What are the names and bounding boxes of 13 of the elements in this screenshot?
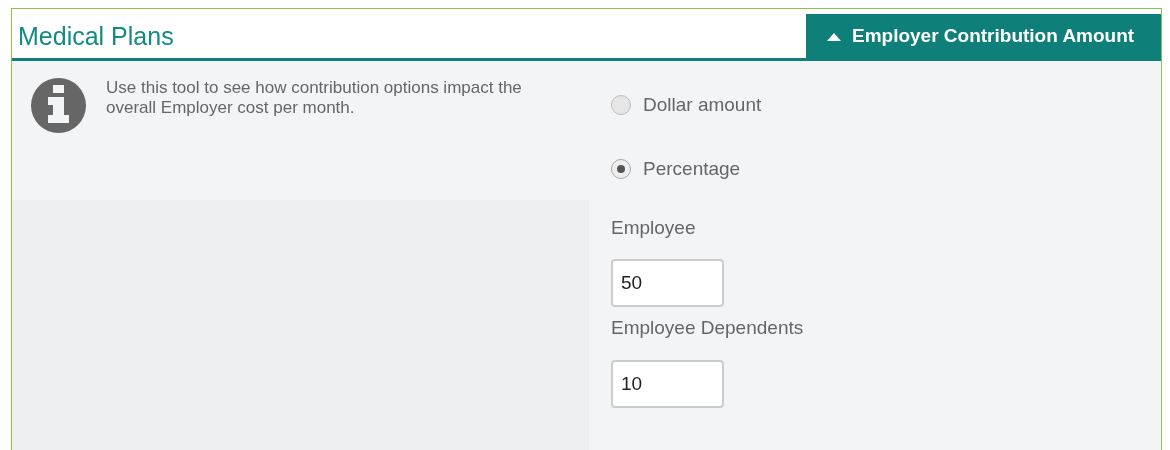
info-text: Use this tool to see how contribution options impact the overall Employer cost per month. bbox=[106, 78, 523, 118]
field-label: Employee bbox=[611, 216, 697, 238]
number-field[interactable]: 10 bbox=[611, 360, 724, 408]
caret-up-icon bbox=[826, 31, 842, 41]
section-title: Medical Plans bbox=[17, 21, 175, 52]
radio-button[interactable] bbox=[611, 159, 631, 179]
info-icon bbox=[31, 78, 86, 133]
section-tab[interactable]: Employer Contribution Amount bbox=[806, 14, 1161, 58]
radio-button[interactable] bbox=[611, 95, 631, 115]
field-label: Employee Dependents bbox=[611, 316, 805, 338]
radio-label[interactable]: Percentage bbox=[643, 154, 741, 184]
number-field[interactable]: 50 bbox=[611, 259, 724, 307]
radio-label[interactable]: Dollar amount bbox=[643, 90, 762, 120]
